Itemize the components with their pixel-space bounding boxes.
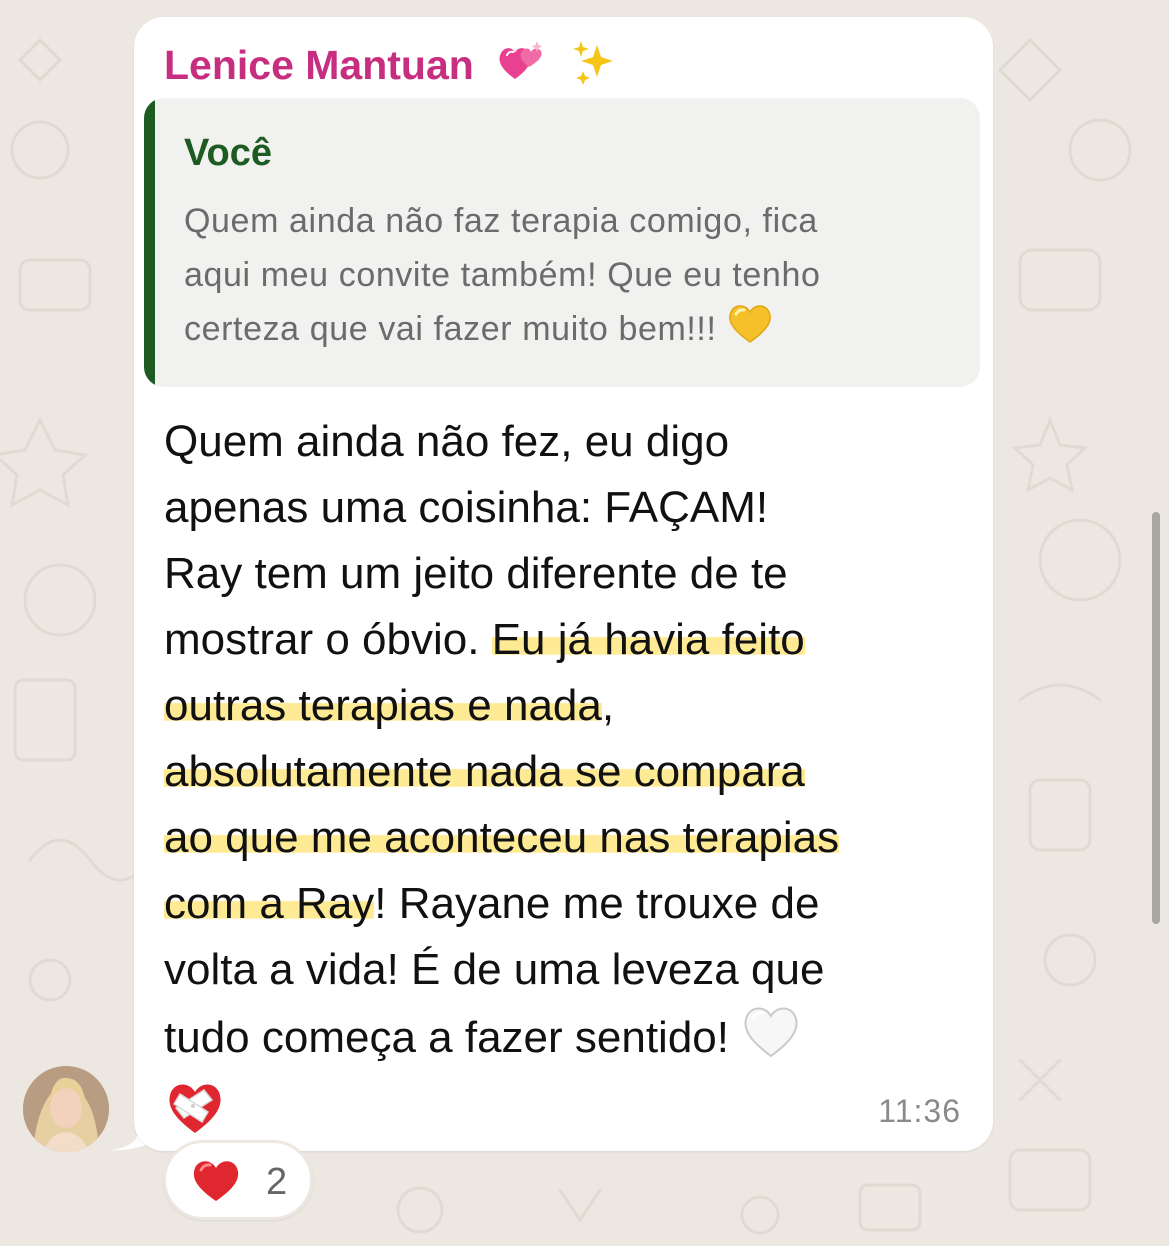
message-segment: , [601, 681, 615, 730]
sparkles-icon [569, 37, 621, 99]
message-bubble[interactable]: Lenice Mantuan Você Quem ainda não faz t… [134, 17, 993, 1151]
sparkling-heart-icon [495, 37, 547, 99]
quoted-line: Quem ainda não faz terapia comigo, fica [184, 202, 818, 240]
message-timestamp: 11:36 [878, 1093, 961, 1129]
yellow-heart-icon [727, 302, 773, 360]
message-line: Ray tem um jeito diferente de te [164, 549, 788, 598]
message-line: absolutamente nada se compara [164, 739, 974, 805]
message-line: com a Ray! Rayane me trouxe de [164, 871, 974, 937]
quoted-line: aqui meu convite também! Que eu tenho [184, 256, 821, 294]
message-line: apenas uma coisinha: FAÇAM! [164, 483, 769, 532]
message-line: outras terapias e nada, [164, 673, 974, 739]
message-segment: tudo começa a fazer sentido! [164, 1013, 729, 1063]
highlighted-segment: com a Ray [164, 879, 375, 928]
quoted-author: Você [184, 132, 273, 174]
highlighted-segment: ao que me aconteceu nas terapias [164, 813, 840, 862]
reaction-count: 2 [266, 1161, 288, 1203]
quoted-line-text: certeza que vai fazer muito bem!!! [184, 310, 717, 348]
message-segment: mostrar o óbvio. [164, 615, 492, 664]
highlighted-segment: Eu já havia feito [491, 615, 805, 664]
white-heart-icon [741, 1003, 801, 1078]
sender-avatar[interactable] [23, 1066, 109, 1152]
message-line: tudo começa a fazer sentido! [164, 1003, 974, 1078]
message-line: Quem ainda não fez, eu digo [164, 417, 730, 466]
message-line: ao que me aconteceu nas terapias [164, 805, 974, 871]
highlighted-segment: outras terapias e nada [164, 681, 602, 730]
quoted-line: certeza que vai fazer muito bem!!! [184, 302, 964, 360]
scrollbar-thumb[interactable] [1152, 512, 1160, 924]
quoted-text: Quem ainda não faz terapia comigo, fica … [184, 194, 964, 360]
message-segment: ! Rayane me trouxe de [374, 879, 820, 928]
avatar-photo [23, 1066, 109, 1152]
quote-accent-bar [144, 98, 155, 387]
quoted-message[interactable]: Você Quem ainda não faz terapia comigo, … [144, 98, 980, 387]
sender-name: Lenice Mantuan [164, 41, 474, 88]
highlighted-segment: absolutamente nada se compara [164, 747, 805, 796]
message-text: Quem ainda não fez, eu digo apenas uma c… [164, 409, 974, 1155]
sender-header[interactable]: Lenice Mantuan [164, 37, 621, 99]
red-heart-icon [190, 1157, 242, 1208]
reaction-pill[interactable]: 2 [163, 1140, 313, 1220]
message-line: volta a vida! É de uma leveza que [164, 945, 825, 994]
message-line: mostrar o óbvio. Eu já havia feito [164, 607, 974, 673]
